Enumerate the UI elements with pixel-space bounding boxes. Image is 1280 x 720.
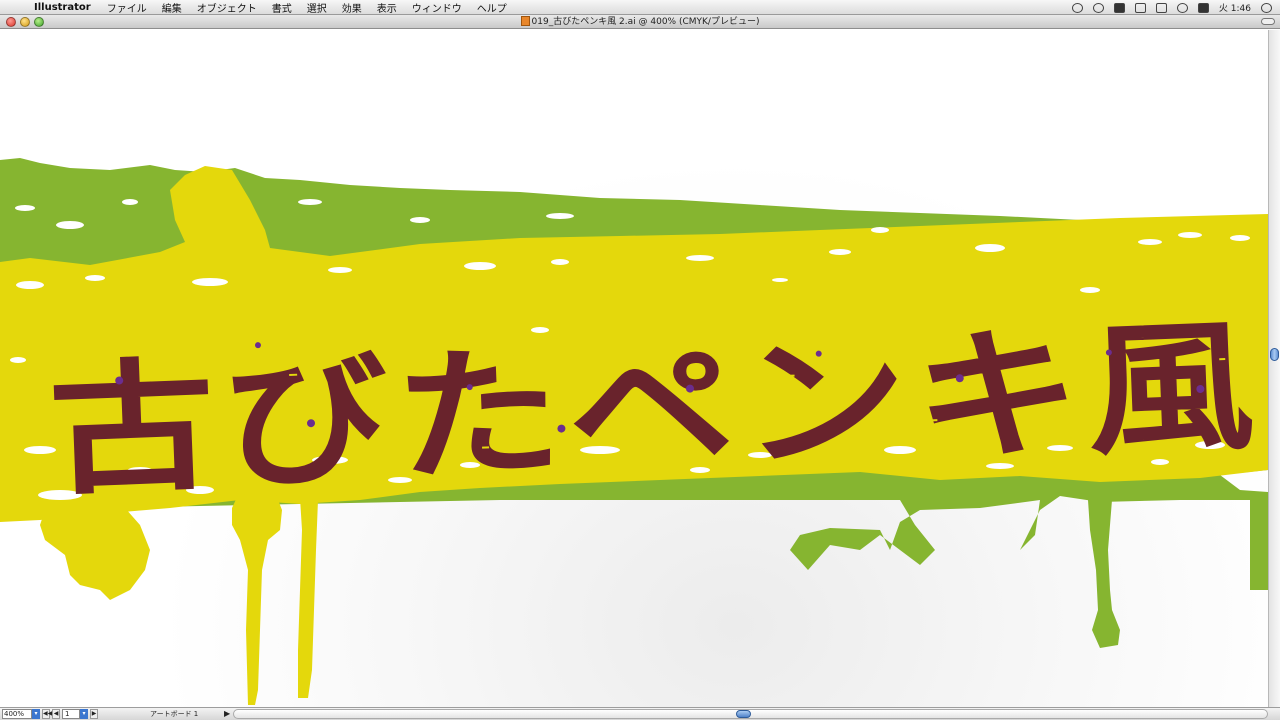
menu-window[interactable]: ウィンドウ [412,0,462,15]
menu-effect[interactable]: 効果 [342,0,362,15]
artboard-canvas[interactable]: 古びたペンキ風 [0,30,1268,707]
artboard-name-label: アートボード 1 [150,710,199,718]
artboard-dropdown-button[interactable]: ▾ [80,709,88,719]
toolbar-toggle-button[interactable] [1261,18,1275,25]
artboard-number-field[interactable]: 1 [62,709,80,719]
menu-view[interactable]: 表示 [377,0,397,15]
menu-help[interactable]: ヘルプ [477,0,507,15]
status-bar: 400% ▾ ◀◀ ◀ 1 ▾ ▶ アートボード 1 ▶ [0,707,1280,720]
vertical-scroll-thumb[interactable] [1270,348,1279,361]
horizontal-scroll-thumb[interactable] [736,710,751,718]
clock[interactable]: 火 1:46 [1219,1,1251,14]
yellow-paint-drip [40,508,150,600]
artwork: 古びたペンキ風 [0,158,1268,705]
wifi-icon[interactable] [1176,2,1188,13]
yellow-paint-drip [298,498,318,698]
window-title: 019_古びたペンキ風 2.ai @ 400% (CMYK/プレビュー) [0,15,1280,29]
zoom-dropdown-button[interactable]: ▾ [32,709,40,719]
zoom-level-field[interactable]: 400% [2,709,32,719]
display-icon[interactable] [1113,2,1125,13]
yellow-paint-drip [232,492,282,705]
menu-edit[interactable]: 編集 [162,0,182,15]
time-machine-icon[interactable] [1092,2,1104,13]
menu-select[interactable]: 選択 [307,0,327,15]
volume-icon[interactable] [1155,2,1167,13]
window-titlebar: 019_古びたペンキ風 2.ai @ 400% (CMYK/プレビュー) [0,15,1280,29]
status-menu-arrow-icon[interactable]: ▶ [224,708,230,720]
previous-artboard-button[interactable]: ◀ [52,709,60,719]
next-artboard-button[interactable]: ▶ [90,709,98,719]
menu-bar: Illustrator ファイル 編集 オブジェクト 書式 選択 効果 表示 ウ… [0,0,1280,15]
first-artboard-button[interactable]: ◀◀ [42,709,52,719]
sync-icon[interactable] [1071,2,1083,13]
status-area: 火 1:46 [1071,0,1272,15]
ai-document-icon [520,16,530,26]
window-title-text: 019_古びたペンキ風 2.ai @ 400% (CMYK/プレビュー) [531,17,760,27]
menu-object[interactable]: オブジェクト [197,0,257,15]
app-menu[interactable]: Illustrator [34,2,91,13]
menu-file[interactable]: ファイル [107,0,147,15]
bluetooth-icon[interactable] [1134,2,1146,13]
spotlight-icon[interactable] [1261,2,1272,13]
horizontal-scrollbar[interactable] [233,709,1268,719]
menu-type[interactable]: 書式 [272,0,292,15]
input-menu-icon[interactable] [1197,2,1209,13]
vertical-scrollbar[interactable] [1268,30,1280,707]
